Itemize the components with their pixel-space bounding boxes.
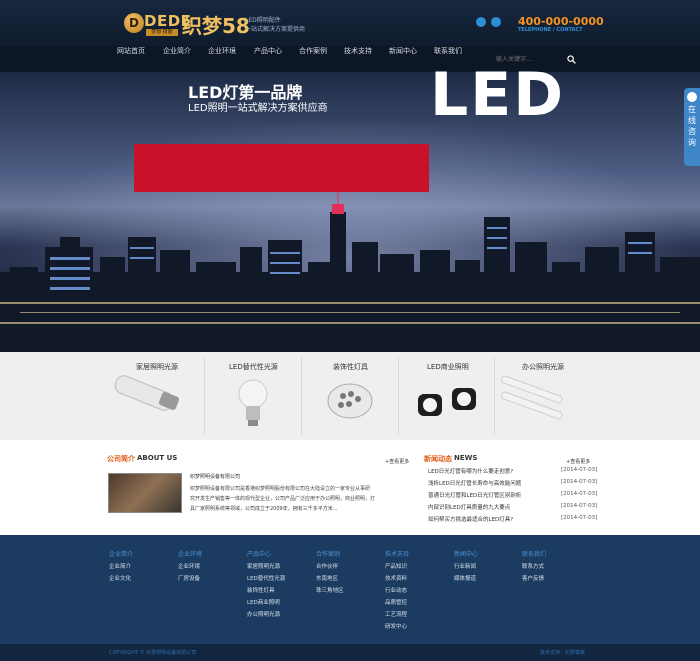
search-icon[interactable] <box>567 55 576 64</box>
footer-link[interactable]: 珠三角地区 <box>316 586 344 594</box>
about-line: 具厂家照明系统等领域，公司成立于2009年，拥有三千多平方米... <box>190 506 338 512</box>
footer-link[interactable]: 客户反馈 <box>522 574 544 582</box>
nav-item-cases[interactable]: 合作案例 <box>299 46 327 72</box>
footer-col-head[interactable]: 企业环境 <box>178 549 202 558</box>
headline-band <box>134 144 429 192</box>
product-label-decorative[interactable]: 装饰性灯具 <box>333 362 368 372</box>
news-more-link[interactable]: +查看更多 <box>566 458 590 465</box>
news-item-title[interactable]: 内部识别LED灯具质量的九大要点 <box>428 503 558 511</box>
footer-link[interactable]: 行业新闻 <box>454 562 476 570</box>
footer-link[interactable]: 企业简介 <box>109 562 131 570</box>
news-item-title[interactable]: LED日光灯管有哪为什么要走创意? <box>428 467 558 475</box>
news-item-date: [2014-07-03] <box>561 467 598 473</box>
logo-name[interactable]: 织梦58 <box>182 10 250 39</box>
product-label-commercial[interactable]: LED商业照明 <box>427 362 469 372</box>
footer-link[interactable]: LED替代性光源 <box>247 574 285 582</box>
copyright-bar <box>0 644 700 661</box>
chat-icon[interactable] <box>687 92 697 102</box>
news-item-date: [2014-07-03] <box>561 515 598 521</box>
footer-link[interactable]: 家居照明光源 <box>247 562 280 570</box>
news-item-title[interactable]: 如何帮买方挑选最适合的LED灯具? <box>428 515 558 523</box>
nav-item-environment[interactable]: 企业环境 <box>208 46 236 72</box>
news-title-cn: 新闻动态 <box>424 455 452 463</box>
footer-col-head[interactable]: 产品中心 <box>247 549 271 558</box>
about-line: 织梦照明设备有限公司是香港织梦照明股份有限公司在大陆设立的一家专业从事研 <box>190 486 371 492</box>
product-image-bulb[interactable] <box>238 379 268 426</box>
weibo-icon[interactable] <box>491 17 501 27</box>
city-skyline <box>0 190 700 352</box>
slogan-line-2: 一站式解决方案提供商 <box>245 26 306 33</box>
about-text: 织梦照明设备有限公司是香港织梦照明股份有限公司在大陆设立的一家专业从事研 究开发… <box>190 484 412 514</box>
news-item-date: [2014-07-03] <box>561 479 598 485</box>
news-item-date: [2014-07-03] <box>561 491 598 497</box>
nav-item-products[interactable]: 产品中心 <box>254 46 282 72</box>
news-title-en: NEWS <box>454 454 478 462</box>
footer-link[interactable]: 工艺流程 <box>385 610 407 618</box>
news-item-date: [2014-07-03] <box>561 503 598 509</box>
footer-link[interactable]: 品质管控 <box>385 598 407 606</box>
about-more-link[interactable]: +查看更多 <box>385 458 409 465</box>
footer-col-head[interactable]: 技术支持 <box>385 549 409 558</box>
product-label-home[interactable]: 家居照明光源 <box>136 362 178 372</box>
footer-link[interactable]: 装饰性灯具 <box>247 586 275 594</box>
qq-icon[interactable] <box>476 17 486 27</box>
nav-item-news[interactable]: 新闻中心 <box>389 46 417 72</box>
about-title-cn: 公司简介 <box>107 455 135 463</box>
copyright-text: COPYRIGHT © 织梦照明设备有限公司 <box>109 650 197 656</box>
product-image-tube[interactable] <box>113 374 180 413</box>
hero-banner <box>0 72 700 352</box>
footer-col-head[interactable]: 联系我们 <box>522 549 546 558</box>
about-line: 究开发生产销售等一体的现代型企业，公司产品广泛应用于办公照明，商业照明，灯 <box>190 496 376 502</box>
slogan-line-1: LED照明配件 <box>245 17 281 24</box>
product-image-downlight[interactable] <box>327 383 373 419</box>
product-image-office-tubes[interactable] <box>500 375 564 420</box>
footer-link[interactable]: 行业动态 <box>385 586 407 594</box>
footer-link[interactable]: 研发中心 <box>385 622 407 630</box>
footer-link[interactable]: 东南地区 <box>316 574 338 582</box>
product-image-spotlight[interactable] <box>418 388 476 416</box>
banner-subtitle: LED照明一站式解决方案供应商 <box>188 103 328 114</box>
footer-link[interactable]: 媒体报道 <box>454 574 476 582</box>
online-consult-label[interactable]: 在线咨询 <box>686 104 698 148</box>
footer-link[interactable]: LED商业照明 <box>247 598 280 606</box>
footer-link[interactable]: 产品知识 <box>385 562 407 570</box>
footer-link[interactable]: 合作伙伴 <box>316 562 338 570</box>
about-company-name: 织梦照明设备有限公司 <box>190 474 241 480</box>
nav-item-support[interactable]: 技术支持 <box>344 46 372 72</box>
logo-brand-sub: 梦想·技能 <box>146 29 178 36</box>
page: D DEDE 梦想·技能 织梦58 LED照明配件 一站式解决方案提供商 400… <box>0 0 700 661</box>
product-images <box>113 374 564 426</box>
footer-link[interactable]: 联系方式 <box>522 562 544 570</box>
product-label-office[interactable]: 办公照明光源 <box>522 362 564 372</box>
tech-support-link[interactable]: 技术支持：织梦模板 <box>540 649 585 656</box>
nav-item-home[interactable]: 网站首页 <box>117 46 145 72</box>
footer-col-head[interactable]: 合作案例 <box>316 549 340 558</box>
phone-caption: TELEPHONE / CONTACT <box>518 27 583 33</box>
nav-item-about[interactable]: 企业简介 <box>163 46 191 72</box>
logo-slogan: LED照明配件 一站式解决方案提供商 <box>245 16 305 34</box>
footer-link[interactable]: 办公照明光源 <box>247 610 280 618</box>
footer-col-head[interactable]: 企业简介 <box>109 549 133 558</box>
footer-link[interactable]: 企业文化 <box>109 574 131 582</box>
about-title-en: ABOUT US <box>137 454 178 462</box>
banner-led-text: LED <box>430 60 566 130</box>
news-item-title[interactable]: 普通日光灯管和LED日光灯管区别剖析 <box>428 491 558 499</box>
footer-col-head[interactable]: 新闻中心 <box>454 549 478 558</box>
logo-mark[interactable]: D <box>124 13 144 33</box>
news-item-title[interactable]: 浅析LED日光灯管长寿命与高效能问题 <box>428 479 558 487</box>
footer <box>0 535 700 644</box>
about-image[interactable] <box>108 473 182 513</box>
footer-link[interactable]: 企业环境 <box>178 562 200 570</box>
footer-link[interactable]: 技术资料 <box>385 574 407 582</box>
footer-link[interactable]: 厂房设备 <box>178 574 200 582</box>
product-label-replacement[interactable]: LED替代性光源 <box>229 362 278 372</box>
